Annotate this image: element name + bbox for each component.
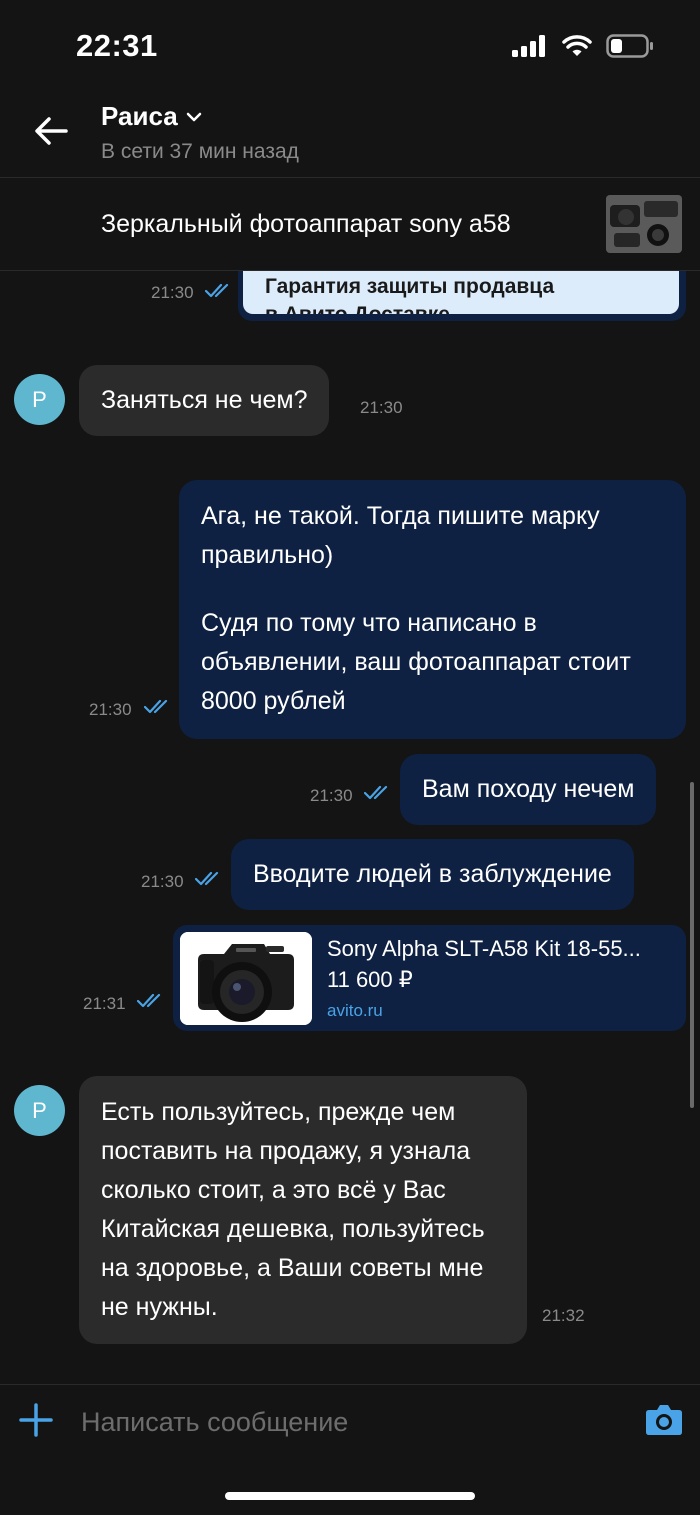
wifi-icon [562,35,592,56]
message-time: 21:30 [360,398,403,417]
message-bubble[interactable]: Заняться не чем? [79,365,330,436]
listing-thumbnail[interactable] [606,195,682,253]
protection-card-line1: Гарантия защиты продавца [265,275,555,298]
header-divider [0,177,700,178]
link-domain: avito.ru [327,1001,383,1020]
double-check-icon [205,283,229,298]
protection-card: Гарантия защиты продавца в Авито Доставк… [243,271,679,314]
link-preview-image [180,932,312,1025]
message-time: 21:30 [141,872,184,891]
message-bubble[interactable]: Вводите людей в заблуждение [231,839,634,910]
double-check-icon [144,699,168,714]
avatar[interactable]: Р [14,374,65,425]
link-preview[interactable]: Sony Alpha SLT-A58 Kit 18-55... 11 600 ₽… [173,925,686,1031]
message-card[interactable]: Гарантия защиты продавца в Авито Доставк… [238,271,686,321]
protection-card-line2: в Авито Доставке [265,301,554,314]
message-input[interactable] [81,1402,621,1442]
message-bubble[interactable]: Есть пользуйтесь, прежде чем поставить н… [79,1076,527,1344]
protection-card-text: Гарантия защиты продавца в Авито Доставк… [265,273,554,314]
status-icons [512,34,654,58]
double-check-icon [364,785,388,800]
link-title: Sony Alpha SLT-A58 Kit 18-55... [327,936,641,961]
message-time: 21:30 [89,700,132,719]
status-time: 22:31 [76,28,158,63]
home-indicator [225,1492,475,1500]
message-paragraph: Ага, не такой. Тогда пишите марку правил… [201,502,600,569]
listing-title[interactable]: Зеркальный фотоаппарат sony a58 [101,210,511,239]
message-time: 21:31 [83,994,126,1013]
contact-name-label: Раиса [101,101,178,131]
message-time: 21:32 [542,1306,585,1325]
camera-icon[interactable] [645,1402,683,1436]
message-time: 21:30 [310,786,353,805]
message-paragraph: Судя по тому что написано в объявлении, … [201,609,631,715]
signal-icon [512,35,545,57]
contact-name[interactable]: Раиса [101,101,202,132]
camera-photo [180,932,312,1025]
back-arrow-icon[interactable] [30,110,72,152]
composer-divider [0,1384,700,1385]
avatar[interactable]: Р [14,1085,65,1136]
battery-icon [606,34,653,58]
scrollbar[interactable] [690,782,694,1108]
double-check-icon [195,871,219,886]
plus-icon[interactable] [18,1402,54,1438]
message-bubble[interactable]: Вам походу нечем [400,754,657,825]
link-price: 11 600 ₽ [327,967,413,992]
message-time: 21:30 [151,283,194,302]
message-bubble[interactable]: Ага, не такой. Тогда пишите марку правил… [179,480,686,739]
double-check-icon [137,993,161,1008]
contact-status: В сети 37 мин назад [101,140,299,163]
chevron-down-icon [186,112,201,121]
